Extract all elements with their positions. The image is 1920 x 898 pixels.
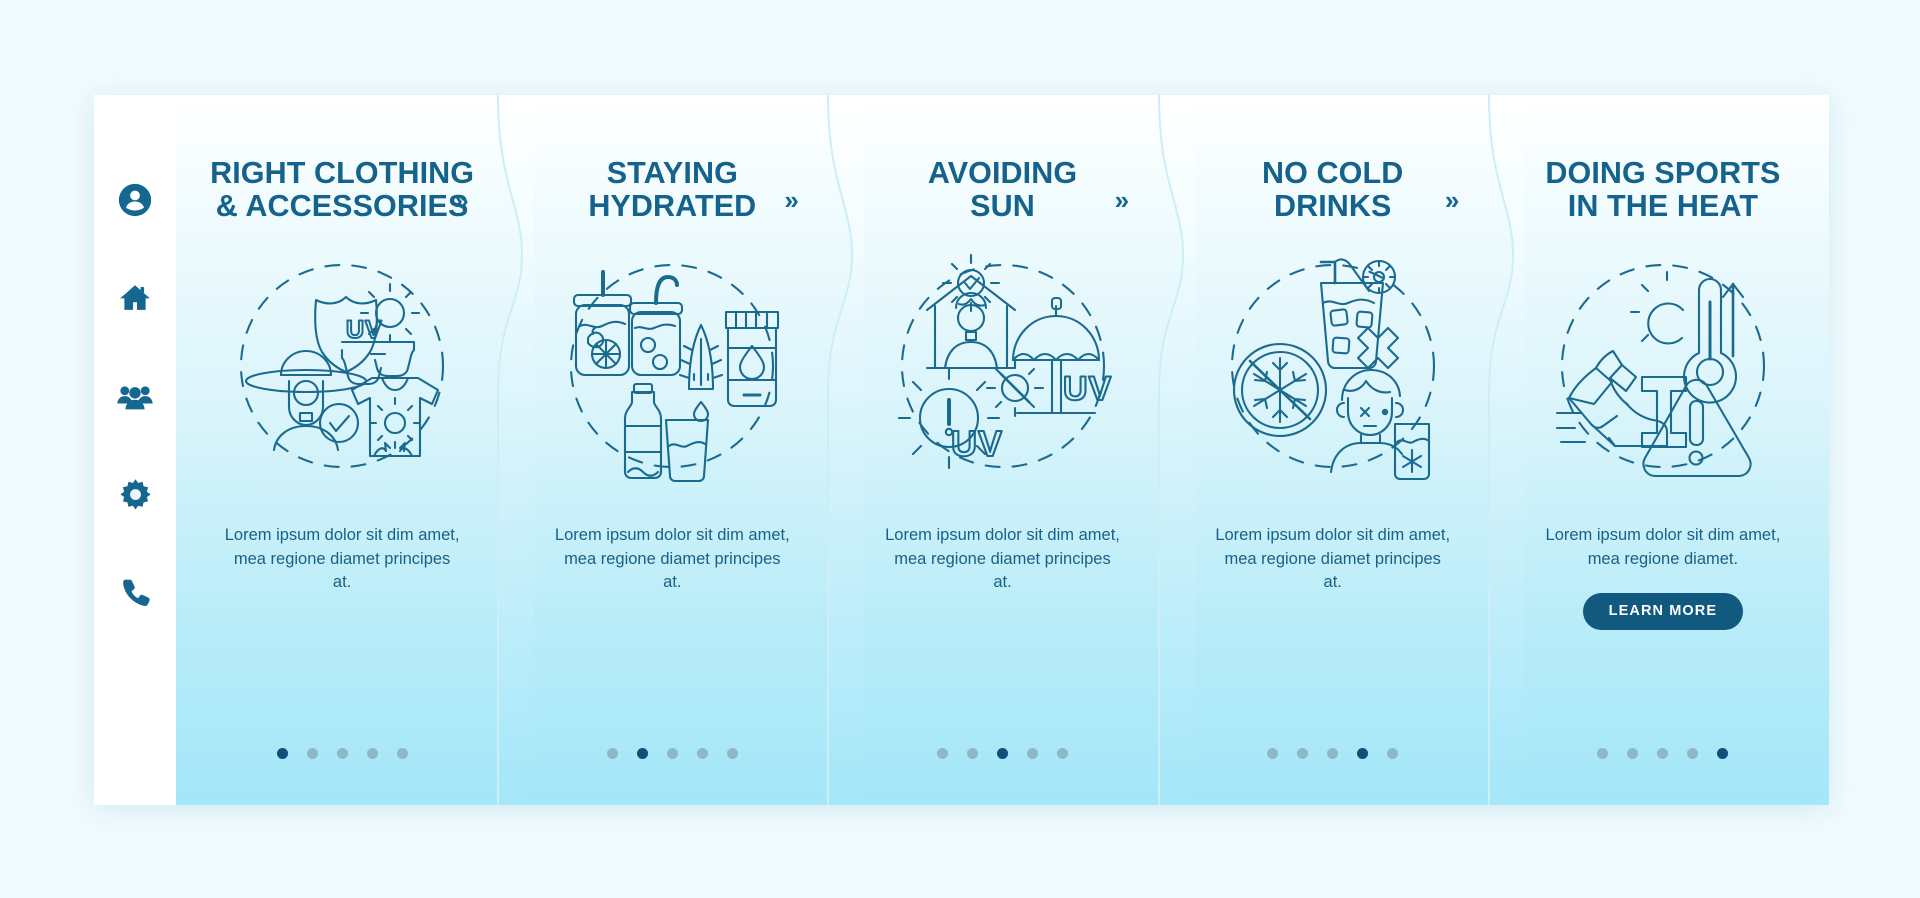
card-title: DOING SPORTS IN THE HEAT [1517,157,1809,222]
pagination-dot[interactable] [726,748,738,759]
onboarding-screen: RIGHT CLOTHING & ACCESSORIES UV Lorem ip… [0,0,1920,898]
card-title-line2: IN THE HEAT [1567,188,1759,223]
pagination-dot[interactable] [1387,748,1399,759]
pagination-dot[interactable] [1027,748,1038,759]
svg-text:UV: UV [1063,370,1112,408]
card-title: RIGHT CLOTHING & ACCESSORIES [196,157,488,222]
home-icon[interactable] [116,279,154,317]
card-title-line1: RIGHT CLOTHING [210,156,475,190]
onboarding-card-sports-in-heat[interactable]: » DOING SPORTS IN THE HEAT Lorem ipsum d… [1445,95,1830,805]
pagination-dot[interactable] [1597,748,1609,759]
card-body-text: Lorem ipsum dolor sit dim amet, mea regi… [224,526,460,592]
pagination-dot[interactable] [276,748,288,759]
pagination-dot[interactable] [636,748,648,759]
card-title-line2: HYDRATED [588,188,757,223]
pagination-dot[interactable] [997,748,1008,759]
chevron-separator-icon: » [454,185,469,215]
avoid-uv-sun-illustration: UV UV [887,250,1119,482]
pagination-dot[interactable] [336,748,348,759]
pagination-dot[interactable] [1687,748,1699,759]
card-title: NO COLD DRINKS [1187,157,1479,222]
card-title-line2: SUN [970,188,1035,223]
pagination-dot[interactable] [1717,748,1729,759]
pagination-dot[interactable] [1657,748,1669,759]
onboarding-frame: RIGHT CLOTHING & ACCESSORIES UV Lorem ip… [94,95,1830,805]
pagination-dots[interactable] [506,748,838,759]
svg-text:UV: UV [951,423,1003,464]
group-icon[interactable] [116,377,154,415]
chevron-separator-icon: » [1444,185,1460,215]
card-body-text: Lorem ipsum dolor sit dim amet, mea regi… [1545,526,1781,568]
card-title-line1: AVOIDING [927,156,1078,190]
chevron-separator-icon: » [1114,185,1130,215]
pagination-dot[interactable] [366,748,378,759]
pagination-dots[interactable] [836,748,1168,759]
card-title-line2: & ACCESSORIES [215,188,469,223]
card-title-line1: DOING SPORTS [1545,156,1781,190]
learn-more-button[interactable]: LEARN MORE [1582,593,1744,631]
pagination-dot[interactable] [1297,748,1309,759]
card-body-text: Lorem ipsum dolor sit dim amet, mea regi… [554,526,790,592]
sun-protective-clothing-illustration: UV [226,250,458,482]
pagination-dot[interactable] [306,748,318,759]
pagination-dot[interactable] [606,748,618,759]
phone-icon[interactable] [116,573,154,611]
pagination-dots[interactable] [176,748,508,759]
pagination-dot[interactable] [1627,748,1639,759]
card-body-text: Lorem ipsum dolor sit dim amet, mea regi… [1215,526,1451,592]
card-title-line2: DRINKS [1273,188,1392,223]
pagination-dot[interactable] [696,748,708,759]
pagination-dots[interactable] [1497,748,1829,759]
gear-icon[interactable] [116,475,154,513]
sports-in-heat-illustration [1547,250,1779,482]
card-title-line1: STAYING [606,156,738,190]
pagination-dot[interactable] [1327,748,1339,759]
user-circle-icon[interactable] [116,181,154,219]
pagination-dot[interactable] [396,748,408,759]
card-title: STAYING HYDRATED [526,157,818,222]
pagination-dot[interactable] [967,748,978,759]
sidebar [94,95,176,805]
pagination-dot[interactable] [1267,748,1279,759]
card-body-text: Lorem ipsum dolor sit dim amet, mea regi… [885,526,1120,592]
card-title-line1: NO COLD [1262,156,1404,190]
drinks-hydration-illustration [556,250,788,483]
card-title: AVOIDING SUN [856,157,1148,222]
pagination-dot[interactable] [937,748,948,759]
pagination-dot[interactable] [666,748,678,759]
pagination-dot[interactable] [1357,748,1369,759]
pagination-dot[interactable] [1057,748,1068,759]
chevron-separator-icon: » [784,185,799,215]
no-cold-drinks-illustration [1217,250,1449,482]
onboarding-cards: RIGHT CLOTHING & ACCESSORIES UV Lorem ip… [176,95,1830,805]
pagination-dots[interactable] [1167,748,1499,759]
